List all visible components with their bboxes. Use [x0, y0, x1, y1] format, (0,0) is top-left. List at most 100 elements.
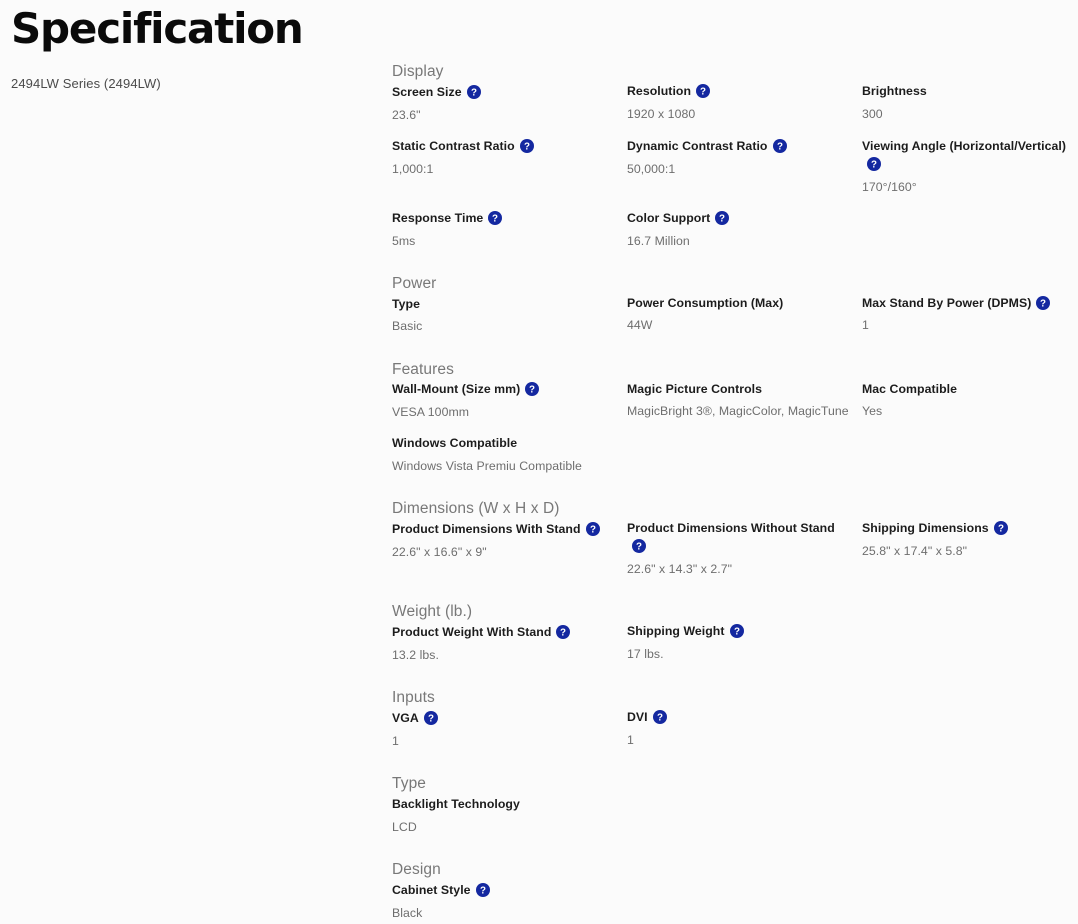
spec-item-backlight-technology: Type Backlight Technology LCD — [392, 774, 627, 838]
row-spacer — [392, 198, 1078, 210]
svg-text:?: ? — [492, 213, 498, 224]
svg-text:?: ? — [480, 885, 486, 896]
spec-label: Type — [392, 296, 420, 311]
section-heading-spacer — [862, 688, 1068, 709]
row-spacer — [392, 580, 1078, 602]
spec-label: Dynamic Contrast Ratio? — [627, 138, 852, 156]
spec-label: Response Time? — [392, 210, 617, 228]
svg-text:?: ? — [636, 542, 642, 553]
help-icon[interactable]: ? — [475, 882, 490, 897]
help-icon[interactable]: ? — [696, 84, 711, 98]
page-subtitle: 2494LW Series (2494LW) — [11, 76, 161, 91]
row-spacer — [392, 338, 1078, 360]
help-icon[interactable]: ? — [867, 156, 881, 171]
help-icon[interactable]: ? — [772, 138, 787, 153]
svg-text:?: ? — [428, 714, 434, 725]
row-spacer — [392, 752, 1078, 774]
spec-item-shipping-dimensions: Shipping Dimensions? 25.8" x 17.4" x 5.8" — [862, 499, 1078, 562]
spec-label: Shipping Weight? — [627, 623, 852, 641]
spec-label: Product Weight With Stand? — [392, 624, 617, 642]
spec-value: Yes — [862, 404, 883, 419]
svg-text:?: ? — [734, 627, 740, 638]
spec-item-product-dimensions-with-stand: Dimensions (W x H x D) Product Dimensions… — [392, 499, 627, 563]
row-spacer — [392, 126, 1078, 138]
spec-label: DVI? — [627, 709, 852, 727]
svg-text:?: ? — [700, 87, 706, 98]
spec-label: Magic Picture Controls — [627, 381, 763, 396]
spec-row: Power Type Basic Power Consumption (Max) 44W… — [392, 274, 1078, 338]
section-heading-features: Features — [392, 360, 454, 378]
help-icon[interactable]: ? — [423, 711, 438, 726]
row-spacer — [392, 252, 1078, 274]
spec-value: 1920 x 1080 — [627, 106, 696, 121]
row-spacer — [392, 423, 1078, 435]
spec-label: Power Consumption (Max) — [627, 295, 784, 310]
spec-item-shipping-weight: Shipping Weight? 17 lbs. — [627, 602, 862, 665]
section-heading-spacer — [627, 499, 852, 520]
help-icon[interactable]: ? — [993, 521, 1008, 536]
help-icon[interactable]: ? — [585, 522, 600, 537]
spec-value: 23.6" — [392, 107, 421, 122]
spec-row: Dimensions (W x H x D) Product Dimensions… — [392, 499, 1078, 580]
spec-item-resolution: Resolution? 1920 x 1080 — [627, 62, 862, 125]
help-icon[interactable]: ? — [652, 710, 667, 725]
spec-value: 50,000:1 — [627, 161, 676, 176]
spec-item-cabinet-style: Design Cabinet Style? Black — [392, 860, 627, 924]
spec-value: Windows Vista Premiu Compatible — [392, 459, 582, 474]
section-heading-spacer — [627, 62, 852, 83]
spec-cell-empty — [627, 860, 862, 881]
spec-label: Shipping Dimensions? — [862, 520, 1068, 538]
spec-label: Product Dimensions With Stand? — [392, 521, 617, 539]
help-icon[interactable]: ? — [632, 539, 646, 554]
section-heading-spacer — [862, 602, 1068, 623]
spec-value: 1,000:1 — [392, 161, 434, 176]
spec-label: Viewing Angle (Horizontal/Vertical)? — [862, 138, 1066, 171]
section-heading-spacer — [627, 688, 852, 709]
spec-value: 1 — [392, 733, 399, 748]
section-heading-spacer — [627, 602, 852, 623]
help-icon[interactable]: ? — [1036, 295, 1051, 310]
section-heading-weight-lb: Weight (lb.) — [392, 603, 473, 621]
spec-row: Type Backlight Technology LCD — [392, 774, 1078, 838]
spec-value: VESA 100mm — [392, 405, 470, 420]
section-heading-design: Design — [392, 860, 441, 878]
spec-cell-empty — [862, 860, 1078, 881]
spec-value: LCD — [392, 819, 417, 834]
svg-text:?: ? — [471, 88, 477, 99]
spec-item-type: Power Type Basic — [392, 274, 627, 338]
spec-item-power-consumption-max: Power Consumption (Max) 44W — [627, 274, 862, 337]
spec-label: Color Support? — [627, 210, 852, 228]
spec-label: Brightness — [862, 84, 927, 98]
spec-row: Response Time? 5ms Color Support? 16.7 Mill… — [392, 210, 1078, 252]
spec-row: Design Cabinet Style? Black — [392, 860, 1078, 924]
svg-text:?: ? — [776, 141, 782, 152]
spec-label: Screen Size? — [392, 84, 617, 102]
spec-value: Basic — [392, 319, 423, 334]
section-heading-spacer — [862, 360, 1068, 381]
help-icon[interactable]: ? — [519, 138, 534, 153]
section-heading-spacer — [862, 274, 1068, 295]
spec-value: 22.6" x 14.3" x 2.7" — [627, 562, 733, 577]
spec-cell-empty — [862, 602, 1078, 623]
svg-text:?: ? — [1040, 298, 1046, 309]
help-icon[interactable]: ? — [556, 625, 571, 640]
help-icon[interactable]: ? — [715, 210, 730, 225]
spec-value: 300 — [862, 106, 883, 121]
spec-item-wall-mount-size-mm: Features Wall-Mount (Size mm)? VESA 100mm — [392, 360, 627, 424]
specification-table: Display Screen Size? 23.6" Resolution? 1920 … — [392, 62, 1078, 924]
help-icon[interactable]: ? — [525, 382, 540, 397]
svg-text:?: ? — [560, 628, 566, 639]
spec-value: 1 — [862, 318, 869, 333]
title-block: Specification 2494LW Series (2494LW) — [11, 0, 371, 92]
help-icon[interactable]: ? — [466, 84, 481, 99]
help-icon[interactable]: ? — [729, 624, 744, 639]
spec-item-mac-compatible: Mac Compatible Yes — [862, 360, 1078, 423]
section-heading-spacer — [627, 774, 852, 795]
spec-label: Wall-Mount (Size mm)? — [392, 381, 617, 399]
spec-item-product-dimensions-without-stand: Product Dimensions Without Stand? 22.6" x… — [627, 499, 862, 580]
svg-text:?: ? — [719, 213, 725, 224]
section-heading-spacer — [627, 860, 852, 881]
section-heading-dimensions-w-x-h-x-d: Dimensions (W x H x D) — [392, 500, 560, 518]
spec-label: Mac Compatible — [862, 381, 957, 396]
help-icon[interactable]: ? — [488, 210, 503, 225]
